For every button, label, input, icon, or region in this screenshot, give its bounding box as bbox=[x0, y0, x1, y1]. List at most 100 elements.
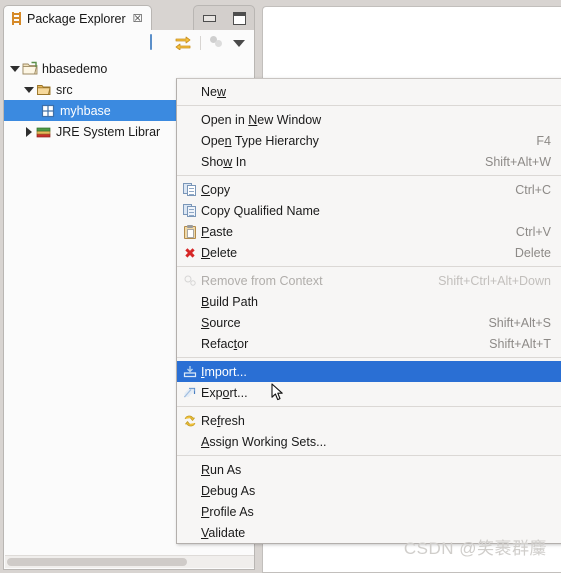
menu-separator bbox=[177, 357, 561, 358]
jre-library-icon bbox=[36, 124, 52, 139]
menu-separator bbox=[177, 406, 561, 407]
tree-item-label: JRE System Librar bbox=[56, 124, 161, 139]
eclipse-workbench: Package Explorer ☒ hbasedemo src myhbase… bbox=[0, 0, 561, 573]
export-icon bbox=[181, 385, 199, 401]
tree-item-label: hbasedemo bbox=[42, 61, 108, 76]
close-icon[interactable]: ☒ bbox=[133, 12, 143, 25]
tree-horizontal-scrollbar[interactable] bbox=[5, 555, 254, 568]
menu-item-label: Open in New Window bbox=[201, 112, 322, 127]
menu-item-assign-working-sets[interactable]: Assign Working Sets... bbox=[177, 431, 561, 452]
menu-icon-placeholder bbox=[181, 525, 199, 541]
view-toolbar bbox=[4, 30, 254, 56]
menu-icon-placeholder bbox=[181, 483, 199, 499]
menu-icon-placeholder bbox=[181, 294, 199, 310]
menu-icon-placeholder bbox=[181, 154, 199, 170]
menu-item-label: Debug As bbox=[201, 483, 256, 498]
scrollbar-thumb[interactable] bbox=[7, 558, 187, 566]
twisty-collapsed-icon[interactable] bbox=[22, 126, 36, 137]
submenu-arrow-icon bbox=[557, 157, 561, 166]
menu-item-delete[interactable]: ✖ Delete Delete bbox=[177, 242, 561, 263]
submenu-arrow-icon bbox=[557, 339, 561, 348]
submenu-arrow-icon bbox=[557, 318, 561, 327]
menu-item-remove-from-context: Remove from Context Shift+Ctrl+Alt+Down bbox=[177, 270, 561, 291]
menu-separator bbox=[177, 266, 561, 267]
submenu-arrow-icon bbox=[557, 87, 561, 96]
package-explorer-icon bbox=[11, 12, 22, 25]
menu-item-accelerator: F4 bbox=[536, 133, 551, 148]
menu-item-label: Assign Working Sets... bbox=[201, 434, 327, 449]
twisty-expanded-icon[interactable] bbox=[22, 86, 36, 93]
submenu-arrow-icon bbox=[557, 507, 561, 516]
menu-item-new[interactable]: New bbox=[177, 81, 561, 102]
menu-item-label: Export... bbox=[201, 385, 248, 400]
menu-item-label: Paste bbox=[201, 224, 233, 239]
menu-separator bbox=[177, 175, 561, 176]
menu-item-debug-as[interactable]: Debug As bbox=[177, 480, 561, 501]
menu-separator bbox=[177, 105, 561, 106]
menu-item-open-type-hierarchy[interactable]: Open Type Hierarchy F4 bbox=[177, 130, 561, 151]
view-window-buttons bbox=[193, 5, 255, 31]
menu-item-label: Refactor bbox=[201, 336, 249, 351]
menu-item-refactor[interactable]: Refactor Shift+Alt+T bbox=[177, 333, 561, 354]
menu-item-open-in-new-window[interactable]: Open in New Window bbox=[177, 109, 561, 130]
menu-item-label: Profile As bbox=[201, 504, 254, 519]
menu-item-paste[interactable]: Paste Ctrl+V bbox=[177, 221, 561, 242]
delete-icon: ✖ bbox=[184, 244, 196, 261]
source-folder-icon bbox=[36, 82, 52, 97]
view-menu-chevron-icon[interactable] bbox=[233, 40, 245, 47]
menu-item-label: Show In bbox=[201, 154, 247, 169]
java-project-icon bbox=[22, 61, 38, 76]
menu-item-accelerator: Shift+Ctrl+Alt+Down bbox=[438, 273, 551, 288]
menu-item-export[interactable]: Export... bbox=[177, 382, 561, 403]
menu-item-accelerator: Ctrl+C bbox=[515, 182, 551, 197]
package-explorer-tabbar: Package Explorer ☒ bbox=[3, 4, 255, 31]
menu-item-validate[interactable]: Validate bbox=[177, 522, 561, 543]
view-menu-dots-icon[interactable] bbox=[210, 36, 224, 50]
menu-icon-placeholder bbox=[181, 434, 199, 450]
menu-item-profile-as[interactable]: Profile As bbox=[177, 501, 561, 522]
minimize-button[interactable] bbox=[202, 15, 216, 22]
tree-item-label: src bbox=[56, 82, 73, 97]
menu-item-show-in[interactable]: Show In Shift+Alt+W bbox=[177, 151, 561, 172]
tree-item-hbasedemo[interactable]: hbasedemo bbox=[4, 58, 254, 79]
tab-label: Package Explorer bbox=[27, 11, 126, 26]
menu-icon-placeholder bbox=[181, 336, 199, 352]
menu-item-label: Build Path bbox=[201, 294, 258, 309]
link-with-editor-icon[interactable] bbox=[175, 36, 191, 50]
menu-icon-placeholder bbox=[181, 133, 199, 149]
menu-item-refresh[interactable]: Refresh bbox=[177, 410, 561, 431]
menu-item-accelerator: Ctrl+V bbox=[515, 224, 551, 239]
menu-item-label: New bbox=[201, 84, 227, 99]
submenu-arrow-icon bbox=[557, 486, 561, 495]
menu-separator bbox=[177, 455, 561, 456]
maximize-button[interactable] bbox=[232, 12, 246, 25]
menu-icon-placeholder bbox=[181, 315, 199, 331]
menu-item-label: Refresh bbox=[201, 413, 245, 428]
menu-item-label: Copy Qualified Name bbox=[201, 203, 320, 218]
menu-item-accelerator: Shift+Alt+S bbox=[488, 315, 551, 330]
import-icon bbox=[181, 364, 199, 380]
menu-item-source[interactable]: Source Shift+Alt+S bbox=[177, 312, 561, 333]
menu-item-label: Source bbox=[201, 315, 241, 330]
remove-context-icon bbox=[181, 273, 199, 289]
menu-icon-placeholder bbox=[181, 112, 199, 128]
menu-item-label: Remove from Context bbox=[201, 273, 323, 288]
context-menu[interactable]: New Open in New Window Open Type Hierarc… bbox=[176, 78, 561, 544]
menu-item-build-path[interactable]: Build Path bbox=[177, 291, 561, 312]
menu-item-import[interactable]: Import... bbox=[177, 361, 561, 382]
paste-icon bbox=[181, 224, 199, 240]
tab-package-explorer[interactable]: Package Explorer ☒ bbox=[3, 5, 152, 31]
collapse-all-icon[interactable] bbox=[150, 34, 166, 51]
menu-item-run-as[interactable]: Run As bbox=[177, 459, 561, 480]
toolbar-divider bbox=[200, 36, 201, 50]
menu-item-copy-qualified-name[interactable]: Copy Qualified Name bbox=[177, 200, 561, 221]
menu-icon-placeholder bbox=[181, 504, 199, 520]
menu-item-label: Validate bbox=[201, 525, 246, 540]
menu-item-copy[interactable]: Copy Ctrl+C bbox=[177, 179, 561, 200]
copy-icon bbox=[181, 182, 199, 198]
menu-item-accelerator: Shift+Alt+T bbox=[489, 336, 551, 351]
menu-item-label: Open Type Hierarchy bbox=[201, 133, 319, 148]
menu-icon-placeholder bbox=[181, 84, 199, 100]
twisty-expanded-icon[interactable] bbox=[8, 65, 22, 72]
menu-item-accelerator: Shift+Alt+W bbox=[485, 154, 551, 169]
